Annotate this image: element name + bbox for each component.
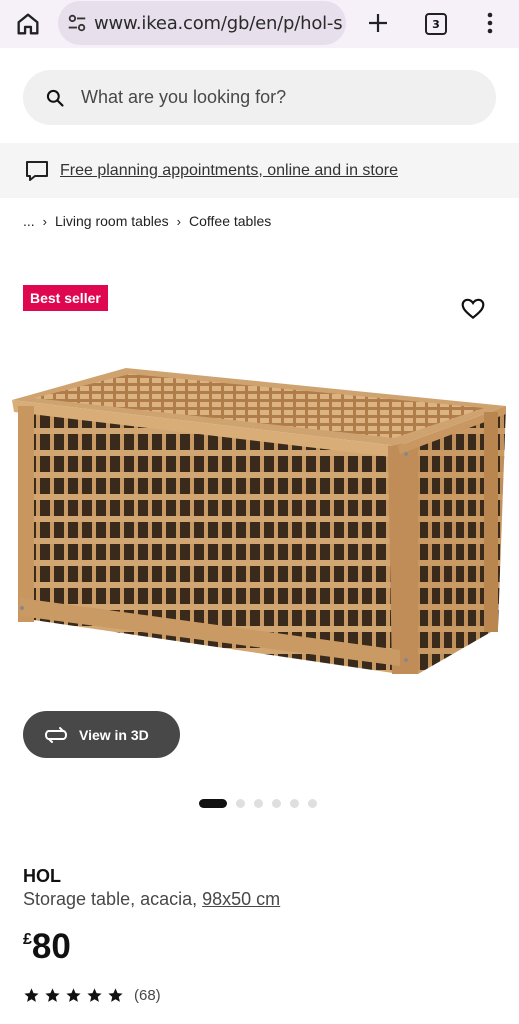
- product-name: HOL: [23, 866, 61, 886]
- more-options-icon[interactable]: [480, 10, 500, 36]
- breadcrumb-living-room-tables[interactable]: Living room tables: [55, 213, 169, 229]
- search-input[interactable]: [79, 86, 463, 109]
- product-price: £ 80: [23, 928, 71, 966]
- product-description: Storage table, acacia, 98x50 cm: [23, 889, 280, 910]
- browser-toolbar: www.ikea.com/gb/en/p/hol-s 3: [0, 0, 519, 48]
- breadcrumb-coffee-tables[interactable]: Coffee tables: [189, 213, 271, 229]
- product-size-link[interactable]: 98x50 cm: [202, 889, 280, 909]
- product-type: Storage table, acacia,: [23, 889, 198, 909]
- search-bar[interactable]: [23, 70, 496, 125]
- carousel-dot[interactable]: [199, 799, 227, 808]
- view-in-3d-label: View in 3D: [79, 726, 149, 743]
- address-bar[interactable]: www.ikea.com/gb/en/p/hol-s: [58, 1, 346, 45]
- chevron-right-icon: ›: [42, 213, 48, 229]
- star-icon: [87, 988, 102, 1002]
- star-icon: [108, 988, 123, 1002]
- chat-bubble-icon: [26, 160, 48, 181]
- carousel-dot[interactable]: [236, 799, 245, 808]
- breadcrumb: ... › Living room tables › Coffee tables: [23, 213, 271, 229]
- new-tab-icon[interactable]: [366, 11, 390, 35]
- product-rating[interactable]: (68): [23, 987, 161, 1004]
- price-amount: 80: [31, 927, 71, 966]
- favourite-heart-icon[interactable]: [460, 296, 486, 322]
- chevron-right-icon: ›: [176, 213, 181, 229]
- planning-appointments-link[interactable]: Free planning appointments, online and i…: [60, 162, 398, 180]
- best-seller-badge: Best seller: [23, 285, 108, 311]
- carousel-dot[interactable]: [308, 799, 317, 808]
- carousel-dot[interactable]: [272, 799, 281, 808]
- carousel-indicator: [199, 799, 326, 808]
- star-icon: [24, 988, 39, 1002]
- search-icon: [46, 89, 64, 107]
- carousel-dot[interactable]: [290, 799, 299, 808]
- star-icon: [45, 988, 60, 1002]
- tab-switcher-button[interactable]: 3: [425, 13, 447, 35]
- breadcrumb-ellipsis[interactable]: ...: [23, 213, 35, 229]
- star-icon: [66, 988, 81, 1002]
- price-currency: £: [23, 931, 32, 948]
- site-settings-icon[interactable]: [66, 12, 88, 34]
- view-in-3d-button[interactable]: View in 3D: [23, 711, 180, 758]
- review-count: (68): [134, 987, 161, 1004]
- home-icon[interactable]: [14, 10, 42, 38]
- product-image[interactable]: [8, 362, 512, 678]
- rotate-3d-icon: [45, 726, 67, 743]
- url-text: www.ikea.com/gb/en/p/hol-s: [94, 12, 343, 34]
- carousel-dot[interactable]: [254, 799, 263, 808]
- info-banner: Free planning appointments, online and i…: [0, 143, 519, 198]
